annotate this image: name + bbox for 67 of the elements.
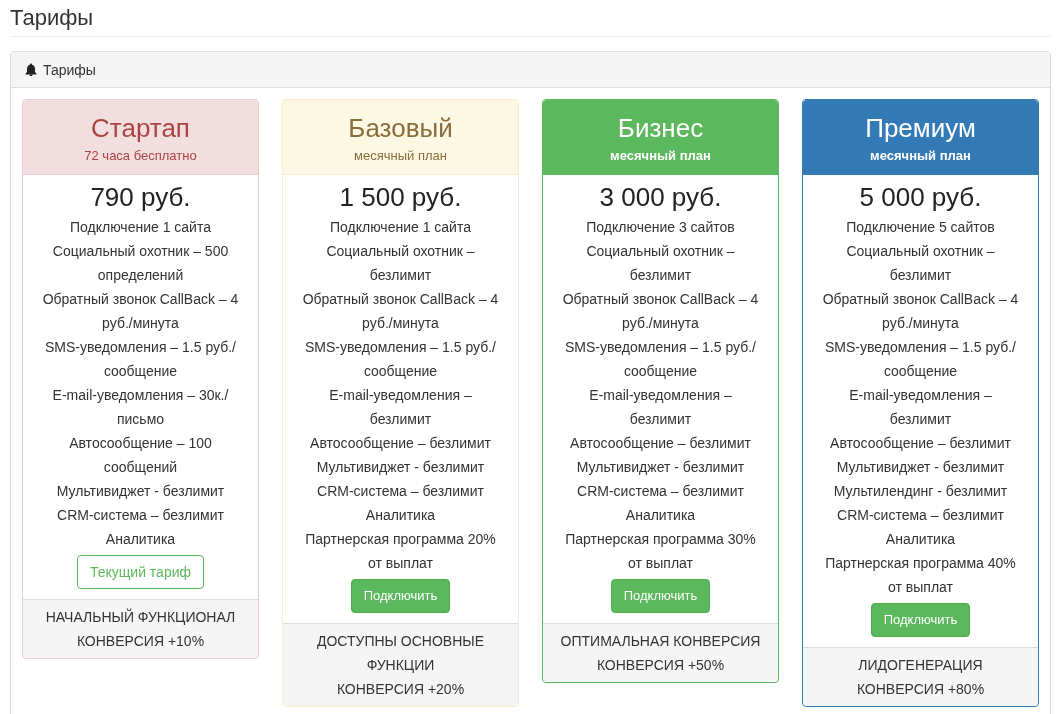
plan-feature: Социальный охотник – безлимит — [325, 242, 476, 285]
plan-subtitle: месячный план — [609, 147, 712, 165]
plan-name: Базовый — [347, 112, 454, 145]
plan-feature: Аналитика — [364, 506, 437, 525]
plan-feature: CRM-система – безлимит — [836, 506, 1005, 525]
plan-feature: Партнерская программа 20% от выплат — [304, 530, 497, 573]
plan-feature: Автосообщение – 100 сообщений — [68, 434, 213, 477]
plan-feature: Мультивиджет - безлимит — [835, 458, 1006, 477]
plan-feature: CRM-система – безлимит — [576, 482, 745, 501]
plan-feature: SMS-уведомления – 1.5 руб./ сообщение — [564, 338, 757, 381]
plan-feature: Обратный звонок CallBack – 4 руб./минута — [301, 290, 500, 333]
plan-feature: Автосообщение – безлимит — [309, 434, 492, 453]
plan-feature: Социальный охотник – 500 определений — [51, 242, 230, 285]
plan-subtitle: месячный план — [353, 147, 448, 165]
footer-line: ДОСТУПНЫ ОСНОВНЫЕ ФУНКЦИИ — [315, 632, 486, 675]
plan-feature: Партнерская программа 40% от выплат — [824, 554, 1017, 597]
plan-feature: Мультилендинг - безлимит — [832, 482, 1009, 501]
subscribe-button[interactable]: Подключить — [870, 603, 971, 637]
footer-line: НАЧАЛЬНЫЙ ФУНКЦИОНАЛ — [44, 607, 237, 627]
footer-line: КОНВЕРСИЯ +50% — [595, 656, 726, 675]
plan-price: 5 000 руб. — [859, 181, 982, 214]
current-plan-button[interactable]: Текущий тариф — [76, 555, 205, 589]
plan-feature: CRM-система – безлимит — [316, 482, 485, 501]
subscribe-button[interactable]: Подключить — [350, 579, 451, 613]
footer-line: ОПТИМАЛЬНАЯ КОНВЕРСИЯ — [559, 632, 762, 651]
bell-icon — [25, 63, 37, 76]
plan-feature: SMS-уведомления – 1.5 руб./ сообщение — [824, 338, 1017, 381]
plan-name: Бизнес — [616, 112, 705, 145]
plan-feature: Партнерская программа 30% от выплат — [564, 530, 757, 573]
plan-feature: Социальный охотник – безлимит — [585, 242, 736, 285]
panel-title: Тарифы — [43, 60, 96, 80]
plan-feature: Мультивиджет - безлимит — [55, 482, 226, 501]
plan-feature: E-mail-уведомления – 30к./ письмо — [51, 386, 230, 429]
plan-feature: Подключение 1 сайта — [329, 218, 472, 237]
plan-price: 1 500 руб. — [339, 181, 462, 214]
footer-line: КОНВЕРСИЯ +10% — [75, 632, 206, 651]
plan-name: Премиум — [864, 112, 977, 145]
plan-feature: E-mail-уведомления – безлимит — [848, 386, 993, 429]
plan-price: 790 руб. — [90, 181, 191, 214]
plan-feature: Обратный звонок CallBack – 4 руб./минута — [821, 290, 1020, 333]
plan-feature: SMS-уведомления – 1.5 руб./ сообщение — [44, 338, 237, 381]
plan-feature: Обратный звонок CallBack – 4 руб./минута — [41, 290, 240, 333]
plan-feature: Аналитика — [624, 506, 697, 525]
plan-feature: Аналитика — [884, 530, 957, 549]
footer-line: КОНВЕРСИЯ +80% — [855, 680, 986, 699]
subscribe-button[interactable]: Подключить — [610, 579, 711, 613]
plan-feature: Автосообщение – безлимит — [829, 434, 1012, 453]
plan-feature: Обратный звонок CallBack – 4 руб./минута — [561, 290, 760, 333]
plan-feature: Мультивиджет - безлимит — [315, 458, 486, 477]
plan-feature: E-mail-уведомления – безлимит — [328, 386, 473, 429]
plan-feature: Мультивиджет - безлимит — [575, 458, 746, 477]
plan-feature: Подключение 3 сайтов — [585, 218, 736, 237]
plan-subtitle: 72 часа бесплатно — [83, 147, 198, 165]
plan-feature: Подключение 1 сайта — [69, 218, 212, 237]
plan-feature: Социальный охотник – безлимит — [845, 242, 996, 285]
plan-feature: CRM-система – безлимит — [56, 506, 225, 525]
plan-subtitle: месячный план — [869, 147, 972, 165]
plan-feature: E-mail-уведомления – безлимит — [588, 386, 733, 429]
page-title: Тарифы — [10, 4, 94, 32]
plan-feature: Автосообщение – безлимит — [569, 434, 752, 453]
plan-feature: Аналитика — [104, 530, 177, 549]
plan-price: 3 000 руб. — [599, 181, 722, 214]
plan-feature: Подключение 5 сайтов — [845, 218, 996, 237]
footer-line: ЛИДОГЕНЕРАЦИЯ — [857, 656, 984, 675]
plan-feature: SMS-уведомления – 1.5 руб./ сообщение — [304, 338, 497, 381]
plan-name: Стартап — [90, 112, 191, 145]
footer-line: КОНВЕРСИЯ +20% — [335, 680, 466, 699]
